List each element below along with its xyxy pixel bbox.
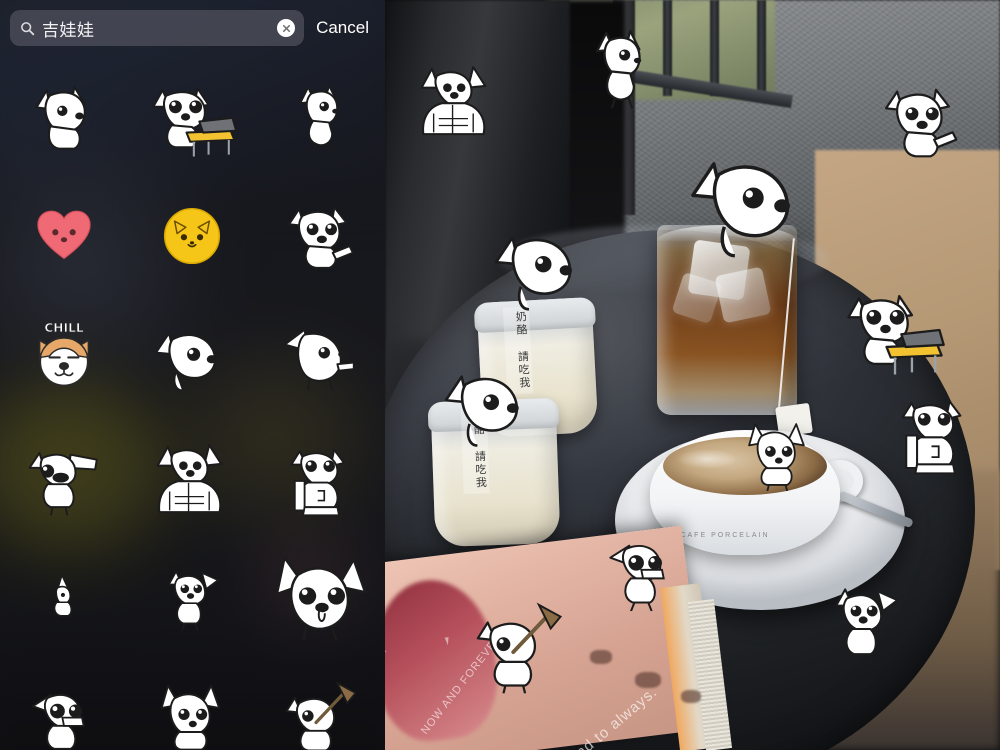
sticker-picker-panel: 吉娃娃 Cancel CHILL	[0, 0, 385, 750]
sticker-chihuahua-tiny[interactable]	[0, 536, 128, 656]
sticker-chihuahua-muscle[interactable]	[128, 416, 256, 536]
sticker-search-screen: 吉娃娃 Cancel CHILL 奶酪 請吃我 奶酪 請吃我 CAFE PORC…	[0, 0, 1000, 750]
overlay-ph-head-jar2[interactable]	[440, 355, 538, 453]
sticker-heart-face[interactable]	[0, 176, 128, 296]
overlay-ph-muscle[interactable]	[413, 55, 499, 141]
overlay-ph-broom-mag[interactable]	[470, 595, 568, 694]
overlay-ph-toilet[interactable]	[890, 385, 980, 475]
overlay-ph-camera-mag[interactable]	[600, 525, 686, 612]
sticker-chihuahua-at-desk[interactable]	[128, 56, 256, 176]
overlay-ph-wave-right[interactable]	[875, 75, 967, 167]
coffee-foam	[677, 449, 737, 469]
sticker-chihuahua-big-face[interactable]	[257, 536, 385, 656]
sticker-chihuahua-toilet[interactable]	[257, 416, 385, 536]
overlay-ph-desk-floor[interactable]	[840, 275, 946, 381]
overlay-ph-head-jar[interactable]	[490, 215, 593, 318]
search-input-value: 吉娃娃	[42, 20, 95, 40]
sticker-chihuahua-front[interactable]	[128, 656, 256, 750]
photo-preview: 奶酪 請吃我 奶酪 請吃我 CAFE PORCELAIN NOW AND FOR…	[385, 0, 1000, 750]
overlay-ph-walk-top[interactable]	[575, 20, 667, 112]
sticker-chihuahua-broom[interactable]	[257, 656, 385, 750]
overlay-ph-dance-low[interactable]	[820, 575, 910, 665]
sticker-shiba-chill[interactable]: CHILL	[0, 296, 128, 416]
overlay-ph-cup-front[interactable]	[740, 415, 816, 491]
sticker-results-grid: CHILL	[0, 56, 385, 750]
sticker-chihuahua-profile[interactable]	[257, 296, 385, 416]
sticker-chihuahua-camera[interactable]	[0, 656, 128, 750]
sticker-chihuahua-dancing[interactable]	[128, 536, 256, 656]
sticker-chihuahua-binoculars[interactable]	[0, 416, 128, 536]
sticker-chihuahua-sitting[interactable]	[0, 56, 128, 176]
cup-brand-text: CAFE PORCELAIN	[680, 532, 770, 539]
sticker-cat-coin-face[interactable]	[128, 176, 256, 296]
sticker-chihuahua-head-side[interactable]	[128, 296, 256, 416]
search-input[interactable]: 吉娃娃	[10, 10, 305, 46]
clear-icon[interactable]	[277, 19, 296, 37]
sticker-chihuahua-walking[interactable]	[257, 56, 385, 176]
sticker-chihuahua-waving[interactable]	[257, 176, 385, 296]
search-icon	[20, 21, 35, 36]
search-bar: 吉娃娃 Cancel	[0, 0, 385, 56]
cancel-button[interactable]: Cancel	[314, 14, 371, 42]
overlay-ph-head-big[interactable]	[685, 135, 816, 266]
svg-text:CHILL: CHILL	[44, 321, 84, 335]
